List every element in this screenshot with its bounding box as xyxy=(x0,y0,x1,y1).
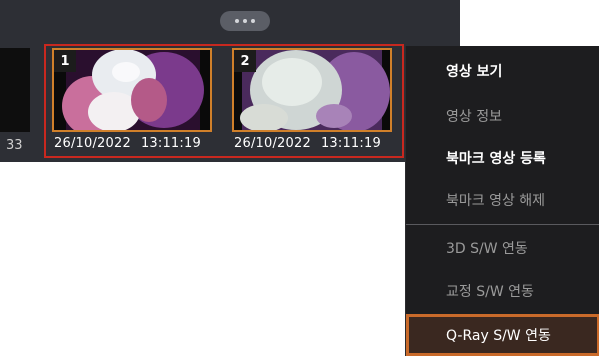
menu-item-image-info[interactable]: 영상 정보 xyxy=(406,96,599,136)
menu-item-qray-sw-link[interactable]: Q-Ray S/W 연동 xyxy=(406,314,599,356)
thumbnail-date: 26/10/2022 xyxy=(234,136,311,151)
menu-item-view-image[interactable]: 영상 보기 xyxy=(406,51,599,91)
thumbnail-partial[interactable] xyxy=(0,48,30,132)
thumbnail-date: 26/10/2022 xyxy=(54,136,131,151)
thumbnail-2[interactable]: 2 xyxy=(232,48,392,132)
thumbnail-1-caption: 26/10/2022 13:11:19 xyxy=(54,136,201,151)
context-menu: 영상 보기 영상 정보 북마크 영상 등록 북마크 영상 해제 3D S/W 연… xyxy=(405,46,599,356)
menu-separator xyxy=(406,224,599,225)
more-dots-icon xyxy=(243,19,247,23)
more-dots-icon xyxy=(235,19,239,23)
menu-item-3d-sw-link[interactable]: 3D S/W 연동 xyxy=(406,228,599,268)
menu-item-add-bookmark[interactable]: 북마크 영상 등록 xyxy=(406,138,599,178)
menu-item-ortho-sw-link[interactable]: 교정 S/W 연동 xyxy=(406,271,599,311)
intraoral-image-1 xyxy=(54,50,210,130)
more-dots-icon xyxy=(251,19,255,23)
filmstrip-panel: 33 1 26/10/2022 13:11:19 2 26/10/2022 13… xyxy=(0,0,460,162)
thumbnail-partial-caption: 33 xyxy=(6,138,23,153)
thumbnail-index-badge: 2 xyxy=(234,50,256,72)
panel-drag-handle[interactable] xyxy=(220,11,270,31)
thumbnail-2-caption: 26/10/2022 13:11:19 xyxy=(234,136,381,151)
menu-item-remove-bookmark[interactable]: 북마크 영상 해제 xyxy=(406,180,599,220)
thumbnail-time: 13:11:19 xyxy=(320,136,381,151)
intraoral-image-2 xyxy=(234,50,390,130)
thumbnail-time: 13:11:19 xyxy=(140,136,201,151)
thumbnail-index-badge: 1 xyxy=(54,50,76,72)
thumbnail-1[interactable]: 1 xyxy=(52,48,212,132)
